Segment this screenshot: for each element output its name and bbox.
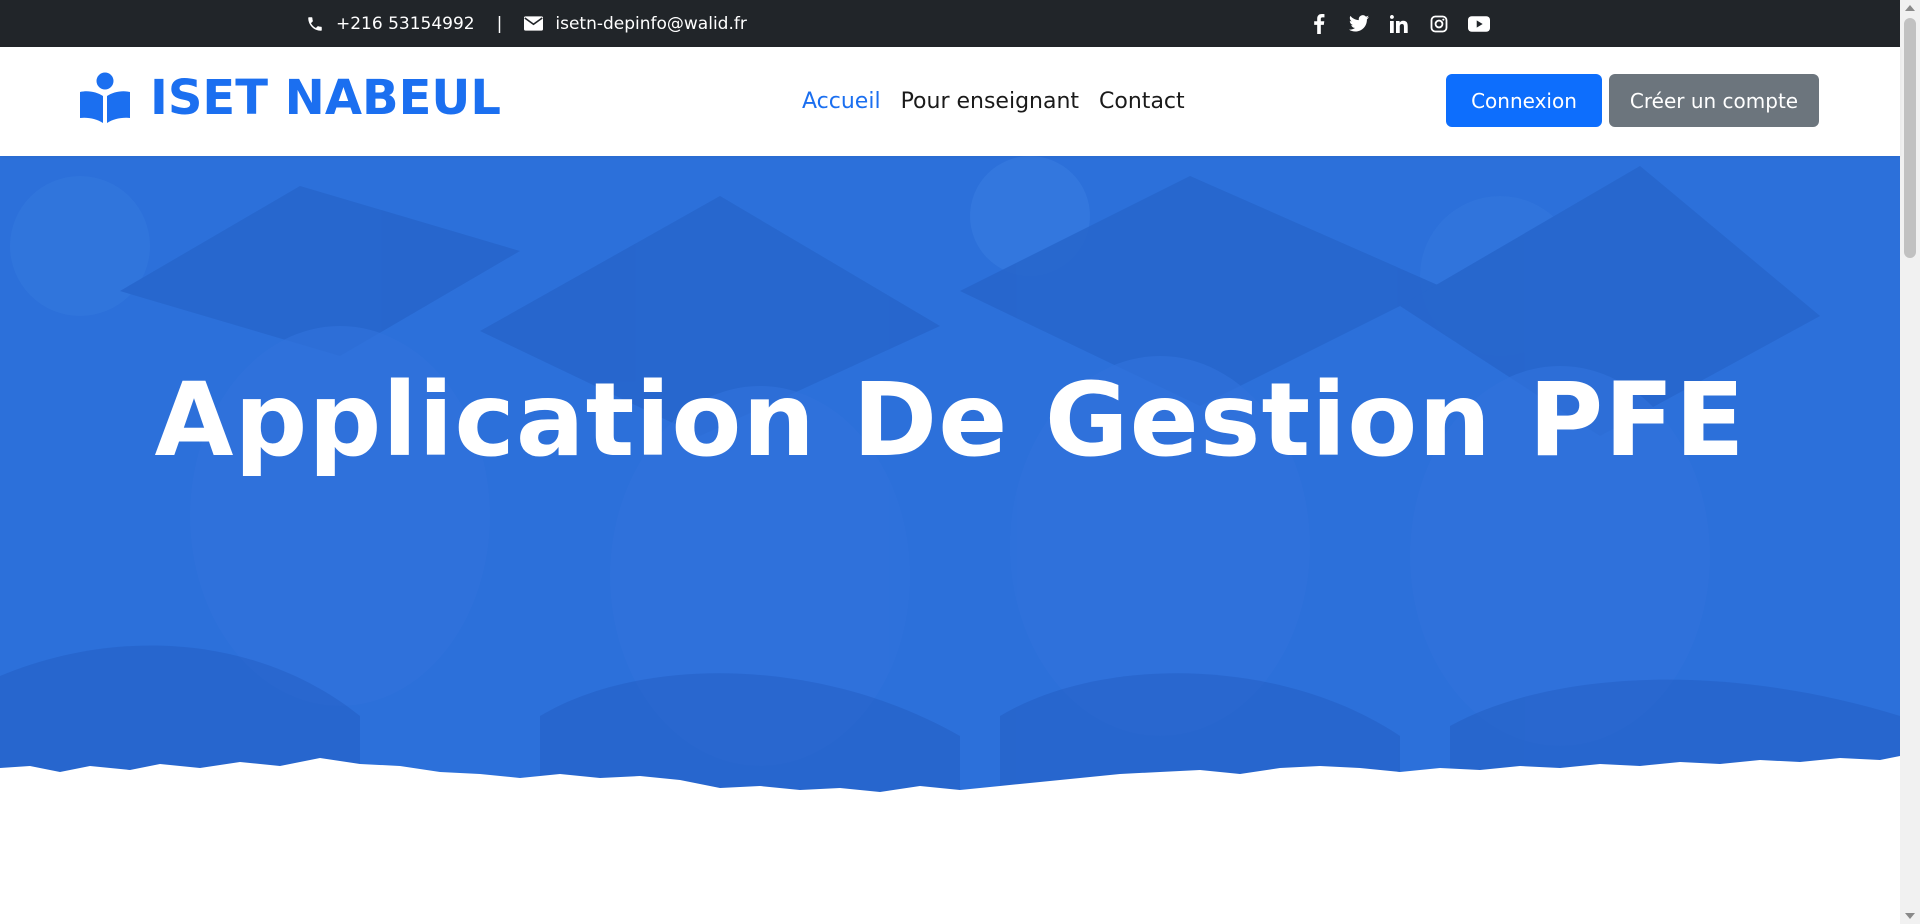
envelope-icon [524, 16, 544, 31]
hero-title: Application De Gestion PFE [154, 361, 1746, 480]
login-button[interactable]: Connexion [1446, 74, 1602, 127]
nav-pour-enseignant[interactable]: Pour enseignant [901, 89, 1079, 114]
scroll-up-arrow-icon[interactable] [1905, 5, 1915, 11]
reader-book-icon [78, 72, 132, 124]
phone-text: +216 53154992 [336, 13, 475, 34]
email-text: isetn-depinfo@walid.fr [555, 13, 747, 34]
scroll-down-arrow-icon[interactable] [1905, 913, 1915, 919]
hero-section: Application De Gestion PFE [0, 156, 1900, 796]
contact-separator: | [496, 13, 503, 34]
social-links [1308, 0, 1490, 47]
phone-icon [306, 15, 324, 33]
nav-accueil[interactable]: Accueil [802, 89, 881, 114]
scrollbar-thumb[interactable] [1904, 18, 1916, 258]
page: +216 53154992 | isetn-depinfo@walid.fr I… [0, 0, 1920, 924]
twitter-icon[interactable] [1348, 13, 1370, 35]
brand-name: ISET NABEUL [150, 70, 501, 126]
youtube-icon[interactable] [1468, 13, 1490, 35]
main-nav: Accueil Pour enseignant Contact [802, 47, 1185, 156]
linkedin-icon[interactable] [1388, 13, 1410, 35]
page-scrollbar[interactable] [1900, 0, 1920, 924]
brand-logo-link[interactable]: ISET NABEUL [78, 72, 501, 124]
contact-info: +216 53154992 | isetn-depinfo@walid.fr [306, 0, 747, 47]
instagram-icon[interactable] [1428, 13, 1450, 35]
email-link[interactable]: isetn-depinfo@walid.fr [524, 13, 747, 34]
torn-paper-divider [0, 756, 1900, 796]
facebook-icon[interactable] [1308, 13, 1330, 35]
signup-button[interactable]: Créer un compte [1609, 74, 1819, 127]
nav-contact[interactable]: Contact [1099, 89, 1185, 114]
phone-link[interactable]: +216 53154992 [306, 14, 475, 34]
top-bar: +216 53154992 | isetn-depinfo@walid.fr [0, 0, 1900, 47]
main-navbar: ISET NABEUL Accueil Pour enseignant Cont… [0, 47, 1900, 156]
